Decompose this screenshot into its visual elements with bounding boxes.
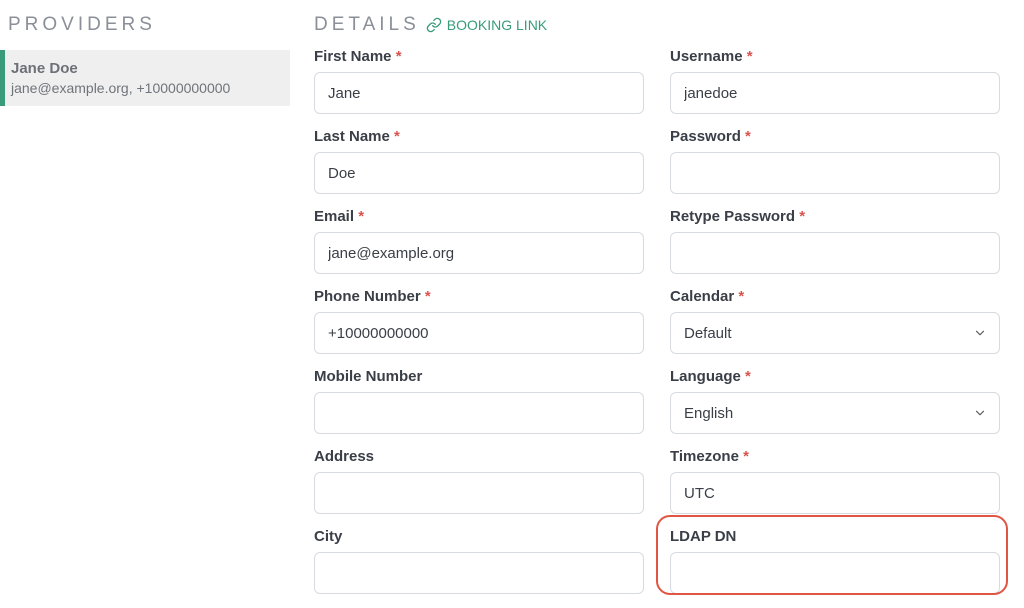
provider-list-item[interactable]: Jane Doe jane@example.org, +10000000000 (0, 50, 290, 106)
phone-input[interactable] (314, 312, 644, 354)
address-input[interactable] (314, 472, 644, 514)
field-email: Email * (314, 208, 644, 274)
label-address: Address (314, 448, 644, 465)
details-header: DETAILS BOOKING LINK (314, 14, 1000, 36)
label-city: City (314, 528, 644, 545)
field-calendar: Calendar * (670, 288, 1000, 354)
label-username: Username * (670, 48, 1000, 65)
username-input[interactable] (670, 72, 1000, 114)
first-name-input[interactable] (314, 72, 644, 114)
label-language: Language * (670, 368, 1000, 385)
password-input[interactable] (670, 152, 1000, 194)
label-ldap-dn: LDAP DN (670, 528, 1000, 545)
booking-link[interactable]: BOOKING LINK (426, 17, 547, 33)
form-col-left: First Name * Last Name * Email * Phone N… (314, 48, 644, 608)
label-last-name: Last Name * (314, 128, 644, 145)
providers-sidebar: PROVIDERS Jane Doe jane@example.org, +10… (0, 0, 290, 603)
label-email: Email * (314, 208, 644, 225)
field-ldap-dn: LDAP DN (670, 528, 1000, 594)
mobile-input[interactable] (314, 392, 644, 434)
ldap-dn-input[interactable] (670, 552, 1000, 594)
calendar-select[interactable] (670, 312, 1000, 354)
field-phone: Phone Number * (314, 288, 644, 354)
label-retype-password: Retype Password * (670, 208, 1000, 225)
label-mobile: Mobile Number (314, 368, 644, 385)
retype-password-input[interactable] (670, 232, 1000, 274)
field-password: Password * (670, 128, 1000, 194)
label-first-name: First Name * (314, 48, 644, 65)
last-name-input[interactable] (314, 152, 644, 194)
field-username: Username * (670, 48, 1000, 114)
label-password: Password * (670, 128, 1000, 145)
timezone-input[interactable] (670, 472, 1000, 514)
field-city: City (314, 528, 644, 594)
label-timezone: Timezone * (670, 448, 1000, 465)
details-title: DETAILS (314, 14, 420, 36)
field-first-name: First Name * (314, 48, 644, 114)
booking-link-label: BOOKING LINK (447, 17, 547, 33)
provider-name: Jane Doe (11, 60, 280, 77)
field-address: Address (314, 448, 644, 514)
email-input[interactable] (314, 232, 644, 274)
field-language: Language * (670, 368, 1000, 434)
provider-meta: jane@example.org, +10000000000 (11, 80, 280, 96)
field-last-name: Last Name * (314, 128, 644, 194)
providers-title: PROVIDERS (0, 14, 290, 50)
form-columns: First Name * Last Name * Email * Phone N… (314, 48, 1000, 608)
details-panel: DETAILS BOOKING LINK First Name * Last N… (290, 0, 1024, 603)
city-input[interactable] (314, 552, 644, 594)
language-select[interactable] (670, 392, 1000, 434)
field-timezone: Timezone * (670, 448, 1000, 514)
form-col-right: Username * Password * Retype Password * … (670, 48, 1000, 608)
label-calendar: Calendar * (670, 288, 1000, 305)
link-icon (426, 17, 442, 33)
label-phone: Phone Number * (314, 288, 644, 305)
field-retype-password: Retype Password * (670, 208, 1000, 274)
field-mobile: Mobile Number (314, 368, 644, 434)
